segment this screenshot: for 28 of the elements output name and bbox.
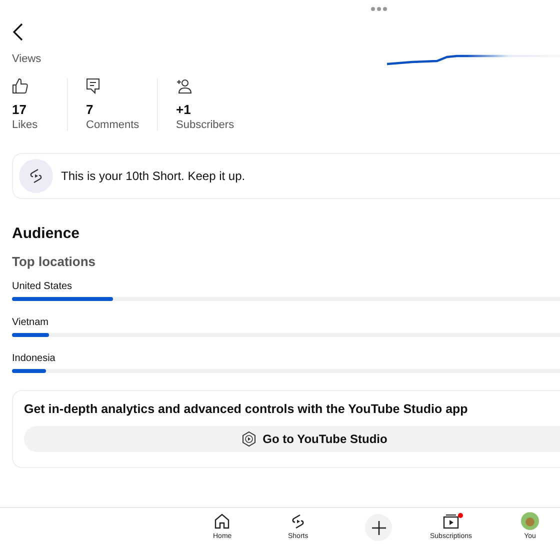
section-title: Audience xyxy=(12,225,81,242)
stat-label: Comments xyxy=(86,119,140,131)
comment-icon xyxy=(86,78,100,94)
back-icon[interactable] xyxy=(12,23,24,41)
milestone-text: This is your 10th Short. Keep it up. xyxy=(61,169,246,183)
add-person-icon xyxy=(176,78,192,94)
metric-label: Views xyxy=(12,53,42,65)
studio-button[interactable]: Go to YouTube Studio xyxy=(24,426,560,452)
section-subtitle: Top locations xyxy=(12,254,97,269)
stat-label: Subscribers xyxy=(176,119,234,131)
hexagon-play-icon xyxy=(240,431,257,447)
stat-value: 17 xyxy=(12,102,26,117)
subscriptions-icon xyxy=(442,513,460,529)
thumbs-up-icon xyxy=(12,78,28,94)
plus-icon xyxy=(372,520,386,534)
location-name: Indonesia xyxy=(12,353,56,364)
home-icon xyxy=(214,513,230,529)
promo-text: Get in-depth analytics and advanced controls with the YouTube Studio app xyxy=(24,402,469,416)
create-button[interactable] xyxy=(365,514,392,541)
shorts-icon xyxy=(291,512,306,530)
location-name: Vietnam xyxy=(12,317,50,328)
stat-value: 7 xyxy=(86,102,94,117)
location-name: United States xyxy=(12,281,74,292)
stat-value: +1 xyxy=(176,102,191,117)
more-icon[interactable] xyxy=(371,7,387,11)
avatar xyxy=(521,512,539,530)
stat-label: Likes xyxy=(12,119,38,131)
shorts-icon xyxy=(19,159,53,193)
